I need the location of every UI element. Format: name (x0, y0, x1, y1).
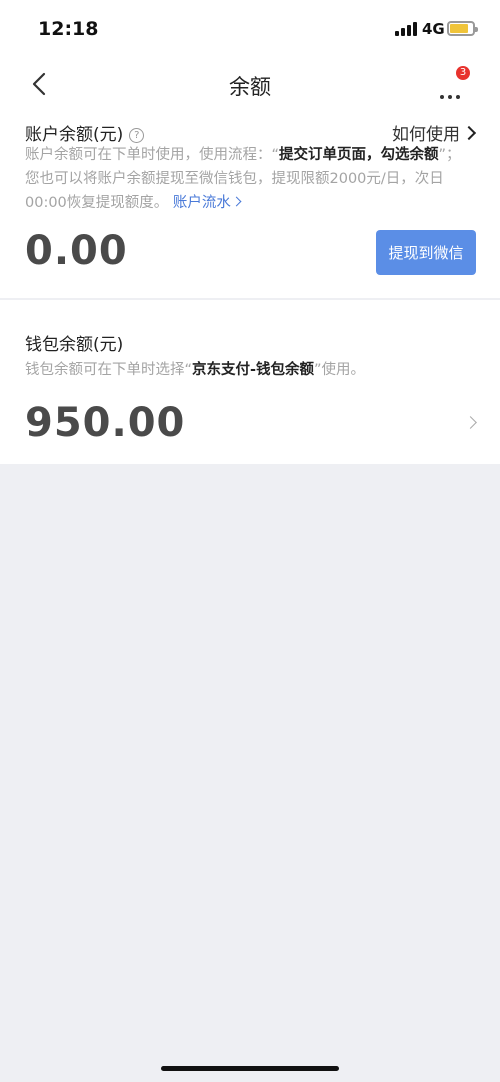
home-indicator (161, 1066, 339, 1071)
account-balance-description: 账户余额可在下单时使用，使用流程：“提交订单页面，勾选余额”；您也可以将账户余额… (25, 143, 475, 215)
account-balance-title: 账户余额(元)? (25, 120, 145, 145)
wallet-balance-title: 钱包余额(元) (25, 335, 124, 355)
battery-cap (475, 27, 478, 32)
balance-screen: 12:18 4G 余额 3 账户余额(元)? 如何使用 账户余额可在下单时使用，… (0, 0, 500, 1082)
status-time: 12:18 (38, 18, 99, 40)
account-flow-link-label: 账户流水 (172, 195, 231, 211)
wallet-desc-text-1: 钱包余额可在下单时选择“ (25, 362, 193, 378)
help-icon[interactable]: ? (129, 128, 145, 143)
signal-icon (395, 22, 419, 36)
network-label: 4G (422, 20, 445, 38)
withdraw-to-wechat-button[interactable]: 提现到微信 (376, 230, 476, 275)
account-balance-amount: 0.00 (25, 228, 128, 274)
battery-icon (447, 21, 478, 36)
status-bar: 12:18 4G (0, 0, 500, 58)
account-balance-title-text: 账户余额(元) (25, 125, 124, 145)
chevron-right-icon[interactable] (464, 416, 477, 429)
chevron-right-icon (461, 125, 477, 141)
wallet-balance-description: 钱包余额可在下单时选择“京东支付-钱包余额”使用。 (25, 358, 475, 382)
more-button[interactable]: 3 (436, 66, 470, 99)
account-desc-text-1: 账户余额可在下单时使用，使用流程：“ (25, 147, 280, 163)
wallet-balance-card[interactable]: 钱包余额(元) 钱包余额可在下单时选择“京东支付-钱包余额”使用。 950.00 (0, 300, 500, 464)
more-dots-icon (440, 84, 464, 103)
account-balance-card: 账户余额(元)? 如何使用 账户余额可在下单时使用，使用流程：“提交订单页面，勾… (0, 110, 500, 298)
nav-bar: 余额 3 (0, 58, 500, 110)
account-flow-link[interactable]: 账户流水 (172, 195, 242, 211)
how-to-use-label: 如何使用 (392, 125, 460, 145)
wallet-balance-amount: 950.00 (25, 400, 186, 446)
chevron-right-icon (231, 196, 242, 207)
account-desc-bold: 提交订单页面，勾选余额 (279, 147, 439, 163)
wallet-desc-text-2: ”使用。 (314, 362, 366, 378)
wallet-desc-bold: 京东支付-钱包余额 (192, 362, 315, 378)
how-to-use-link[interactable]: 如何使用 (392, 120, 477, 145)
battery-fill (450, 24, 468, 33)
page-title: 余额 (229, 75, 271, 99)
notification-badge: 3 (456, 66, 470, 80)
